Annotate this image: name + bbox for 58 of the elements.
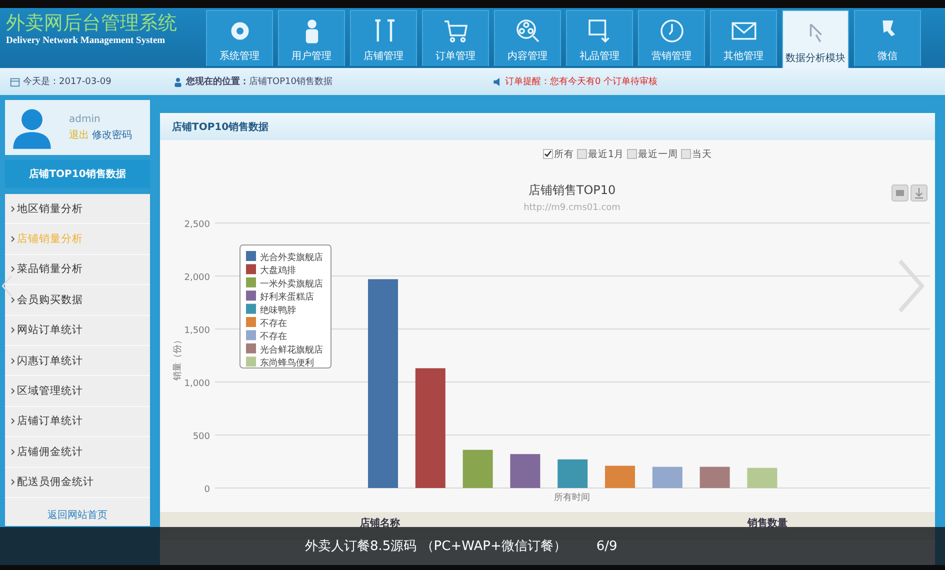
legend-label[interactable]: 东尚蜂鸟便利: [260, 358, 314, 369]
sidebar-item[interactable]: 网站订单统计: [17, 323, 83, 338]
legend-label[interactable]: 大盘鸡排: [260, 266, 296, 276]
legend-label[interactable]: 光合鲜花旗舰店: [260, 345, 323, 356]
sidebar-item[interactable]: 店铺订单统计: [17, 414, 83, 428]
y-axis-label: 500: [192, 432, 210, 442]
filter-checkbox[interactable]: [627, 149, 638, 159]
y-axis-label: 0: [204, 485, 210, 495]
legend-label[interactable]: 一米外卖旗舰店: [260, 279, 323, 290]
filter-checkbox[interactable]: [576, 149, 587, 159]
caption-text: 外卖人订餐8.5源码 （PC+WAP+微信订餐）: [305, 538, 566, 555]
column-header: 店铺名称: [359, 516, 401, 531]
download-button[interactable]: [910, 184, 928, 202]
sidebar-title: 店铺TOP10销售数据: [5, 160, 150, 188]
nav-tab[interactable]: 数据分析模块: [782, 10, 849, 68]
filter-label: 最近1月: [588, 148, 624, 160]
y-axis-label: 2,000: [184, 273, 210, 283]
user-icon: [173, 76, 183, 86]
calendar-icon: [10, 76, 20, 86]
legend-label[interactable]: 不存在: [260, 319, 287, 329]
legend-label[interactable]: 好利来蛋糕店: [260, 292, 314, 303]
sidebar-item[interactable]: 会员购买数据: [17, 292, 83, 307]
panel-header: 店铺TOP10销售数据: [160, 113, 935, 140]
filter-checkbox[interactable]: [542, 149, 553, 159]
y-axis-title: 销量（份）: [173, 336, 183, 380]
filter-checkbox[interactable]: [681, 149, 692, 159]
sidebar-item[interactable]: 闪惠订单统计: [17, 354, 83, 368]
chart-subtitle: http://m9.cms01.com: [524, 203, 620, 213]
sidebar-item[interactable]: 菜品销量分析: [17, 262, 83, 276]
logo-subtitle: Delivery Network Management System: [6, 36, 166, 46]
back-home-link[interactable]: 返回网站首页: [48, 508, 108, 522]
change-password-link[interactable]: 修改密码: [92, 130, 132, 140]
x-axis-label: 所有时间: [554, 493, 590, 503]
location-text: 您现在的位置：店铺TOP10销售数据: [186, 76, 334, 88]
username: admin: [69, 114, 102, 124]
logo-title: 外卖网后台管理系统: [6, 11, 178, 36]
y-axis-label: 1,500: [184, 326, 210, 336]
filter-label: 最近一周: [638, 148, 678, 160]
legend-label[interactable]: 不存在: [260, 332, 287, 342]
y-axis-label: 2,500: [184, 220, 210, 230]
print-button[interactable]: [892, 184, 908, 202]
speaker-icon: [492, 76, 502, 86]
film-reel-icon: [514, 17, 542, 45]
filter-label: 所有: [554, 148, 574, 160]
legend-label[interactable]: 绝味鸭脖: [260, 306, 296, 316]
order-alert-text: 订单提醒：您有今天有0 个订单待审核: [505, 76, 658, 88]
sidebar-item[interactable]: 区域管理统计: [17, 384, 83, 398]
filter-label: 当天: [692, 148, 712, 160]
clock-icon: [658, 17, 686, 45]
chart-title: 店铺销售TOP10: [528, 183, 616, 197]
date-text: 今天是：2017-03-09: [23, 76, 112, 88]
sidebar-item[interactable]: 地区销量分析: [17, 202, 83, 216]
sidebar-item[interactable]: 配送员佣金统计: [17, 475, 94, 490]
y-axis-label: 1,000: [184, 379, 210, 389]
column-header: 销售数量: [746, 516, 788, 531]
sidebar-item[interactable]: 店铺佣金统计: [17, 444, 83, 459]
legend-label[interactable]: 光合外卖旗舰店: [260, 253, 323, 263]
image-counter: 6/9: [596, 538, 618, 554]
